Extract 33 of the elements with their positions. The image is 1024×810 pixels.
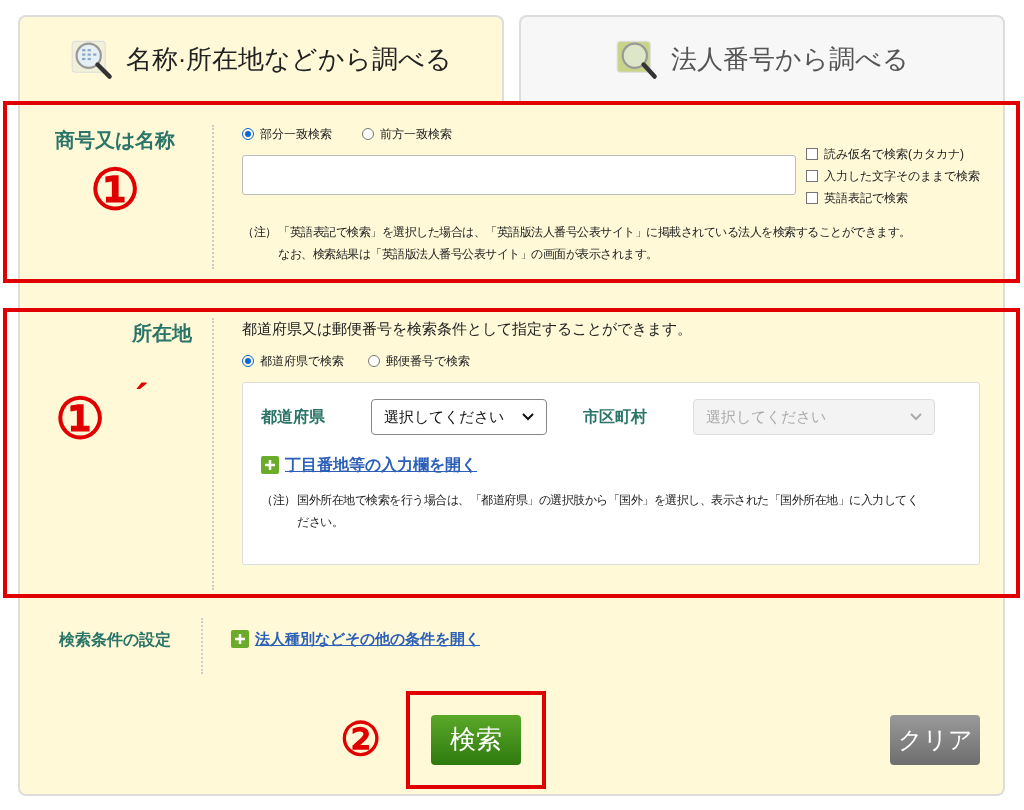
- expand-link[interactable]: 丁目番地等の入力欄を開く: [285, 453, 477, 477]
- search-button[interactable]: 検索: [431, 714, 521, 765]
- checkbox-option[interactable]: 読み仮名で検索(カタカナ): [806, 145, 980, 163]
- chevron-down-icon: [522, 413, 534, 421]
- radio-option[interactable]: 部分一致検索: [242, 125, 332, 143]
- section-label: 商号又は名称: [55, 128, 175, 153]
- field-label: 市区町村: [583, 407, 648, 427]
- checkbox-option[interactable]: 入力した文字そのままで検索: [806, 167, 980, 185]
- annotation-number: ①: [90, 157, 140, 223]
- tab[interactable]: 法人番号から調べる: [519, 15, 1005, 101]
- radio-option[interactable]: 郵便番号で検索: [368, 352, 470, 370]
- expand-link[interactable]: 法人種別などその他の条件を開く: [255, 628, 480, 651]
- annotation-number: ①: [55, 386, 105, 452]
- plus-icon[interactable]: [231, 630, 249, 649]
- select-dropdown[interactable]: 選択してください: [371, 399, 547, 435]
- note-text: 国外所在地で検索を行う場合は、「都道府県」の選択肢から「国外」を選択し、表示された「国外所在地」に入力してく ださい。: [297, 492, 918, 531]
- plus-icon[interactable]: [261, 456, 279, 474]
- section-label: 所在地: [132, 321, 192, 346]
- field-label: 都道府県: [261, 407, 326, 427]
- name-input-field[interactable]: [242, 155, 796, 195]
- chevron-down-icon: [910, 413, 922, 421]
- annotation-number: ②: [340, 712, 381, 767]
- radio-option[interactable]: 都道府県で検索: [242, 352, 344, 370]
- tab[interactable]: 名称·所在地などから調べる: [18, 15, 504, 101]
- section-label: 検索条件の設定: [58, 630, 171, 650]
- radio-option[interactable]: 前方一致検索: [362, 125, 452, 143]
- annotation-prime: ´: [135, 384, 149, 414]
- note-marker: （注）: [261, 492, 297, 509]
- description-text: 都道府県又は郵便番号を検索条件として指定することができます。: [242, 319, 693, 339]
- note-marker: （注）: [242, 224, 278, 241]
- checkbox-option[interactable]: 英語表記で検索: [806, 189, 980, 207]
- note-text: 「英語表記で検索」を選択した場合は、「英語版法人番号公表サイト」に掲載されている法人を検索することができます。 なお、検索結果は「英語版法人番号公表サイト」の画面が表示されます。: [278, 224, 911, 263]
- clear-button[interactable]: クリア: [890, 714, 980, 765]
